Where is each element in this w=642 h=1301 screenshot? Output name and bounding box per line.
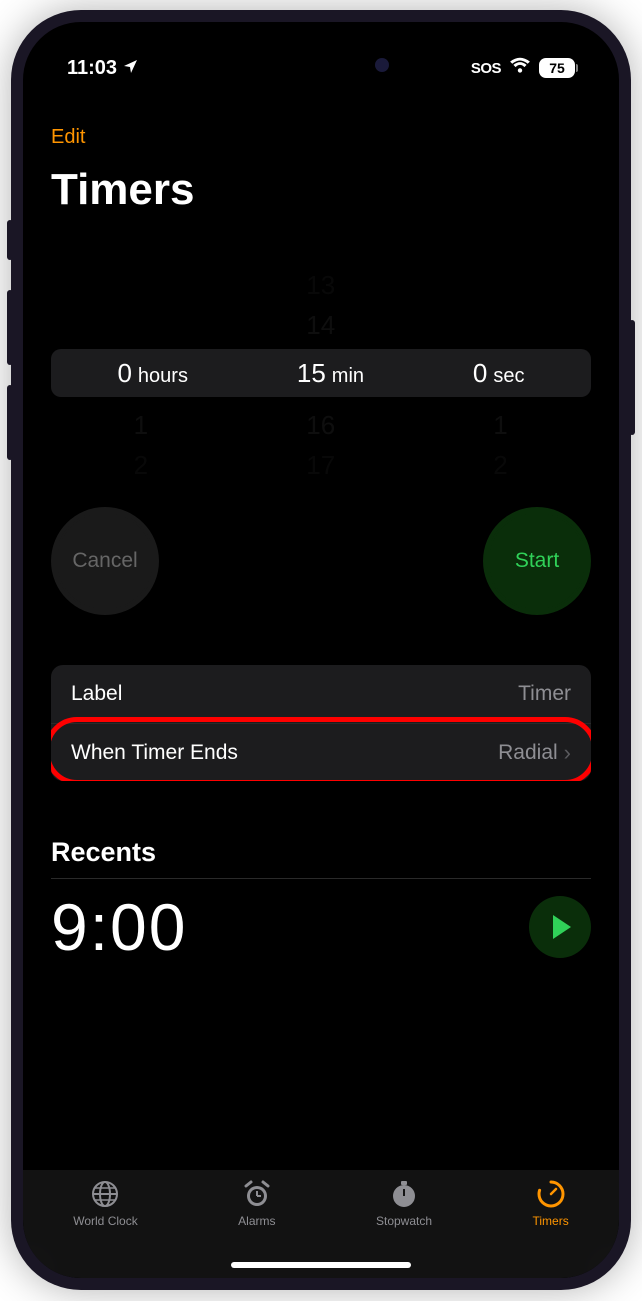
picker-hr-option[interactable]: 2 <box>134 445 148 485</box>
recents-title: Recents <box>51 837 591 868</box>
battery-indicator: 75 <box>539 58 575 78</box>
page-title: Timers <box>51 165 591 215</box>
tab-label: Timers <box>533 1214 569 1228</box>
picker-hr-option[interactable]: 1 <box>134 405 148 445</box>
phone-frame: 11:03 SOS 75 Edit Timers <box>11 10 631 1290</box>
sos-indicator: SOS <box>471 60 501 77</box>
globe-icon <box>89 1178 121 1210</box>
screen: 11:03 SOS 75 Edit Timers <box>23 22 619 1278</box>
alarm-clock-icon <box>241 1178 273 1210</box>
tab-timers[interactable]: Timers <box>533 1178 569 1278</box>
label-row-title: Label <box>71 682 122 706</box>
picker-hours[interactable]: 0 hours <box>117 358 188 389</box>
play-icon <box>553 915 571 939</box>
picker-min-option[interactable]: 17 <box>306 445 335 485</box>
mute-switch <box>7 220 13 260</box>
battery-level: 75 <box>549 60 565 76</box>
picker-sec-option[interactable]: 2 <box>493 445 507 485</box>
time-picker[interactable]: 12 13 14 0 hours 15 min 0 <box>51 265 591 495</box>
volume-down-button <box>7 385 13 460</box>
picker-sec-option[interactable]: 3 <box>493 485 507 495</box>
power-button <box>629 320 635 435</box>
wifi-icon <box>509 57 531 80</box>
when-timer-ends-row[interactable]: When Timer Ends Radial › <box>51 723 591 781</box>
picker-min-option[interactable]: 18 <box>306 485 335 495</box>
divider <box>51 878 591 879</box>
timer-icon <box>535 1178 567 1210</box>
picker-seconds[interactable]: 0 sec <box>473 358 525 389</box>
label-row[interactable]: Label Timer <box>51 665 591 723</box>
picker-min-option[interactable]: 13 <box>306 265 335 305</box>
edit-button[interactable]: Edit <box>51 126 85 149</box>
picker-sec-option[interactable]: 1 <box>493 405 507 445</box>
picker-selection-row: 0 hours 15 min 0 sec <box>51 349 591 397</box>
tab-label: Stopwatch <box>376 1214 432 1228</box>
start-button[interactable]: Start <box>483 507 591 615</box>
volume-up-button <box>7 290 13 365</box>
camera-dot <box>375 58 389 72</box>
tab-label: World Clock <box>73 1214 137 1228</box>
ends-row-title: When Timer Ends <box>71 741 238 765</box>
home-indicator[interactable] <box>231 1262 411 1268</box>
picker-hr-option[interactable]: 3 <box>134 485 148 495</box>
cancel-button[interactable]: Cancel <box>51 507 159 615</box>
picker-min-option[interactable]: 14 <box>306 305 335 345</box>
status-time: 11:03 <box>67 57 117 80</box>
picker-minutes[interactable]: 15 min <box>297 358 364 389</box>
ends-row-value: Radial <box>498 741 558 765</box>
settings-group: Label Timer When Timer Ends Radial › <box>51 665 591 781</box>
play-button[interactable] <box>529 896 591 958</box>
recent-timer-row[interactable]: 9:00 <box>51 889 591 965</box>
stopwatch-icon <box>388 1178 420 1210</box>
dynamic-island <box>241 44 401 86</box>
chevron-right-icon: › <box>564 740 571 766</box>
tab-world-clock[interactable]: World Clock <box>73 1178 137 1278</box>
recent-time: 9:00 <box>51 889 187 965</box>
label-row-value: Timer <box>518 682 571 706</box>
tab-label: Alarms <box>238 1214 275 1228</box>
picker-min-option[interactable]: 16 <box>306 405 335 445</box>
location-icon <box>123 57 139 80</box>
